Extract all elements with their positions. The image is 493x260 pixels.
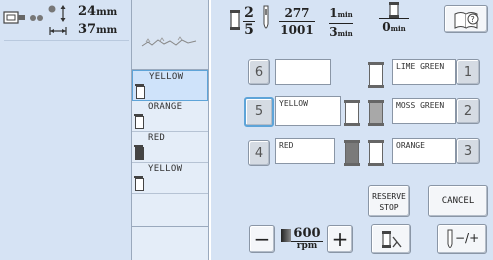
spool-thread-name: MOSS GREEN	[396, 101, 445, 110]
spool-icon	[134, 176, 144, 191]
thread-name: YELLOW	[148, 164, 183, 174]
height-unit: mm	[96, 7, 118, 18]
left-panel: 24mm 37mm	[0, 0, 131, 260]
minus-label: −	[253, 227, 271, 251]
spool-icon	[135, 84, 145, 99]
time-counter: 1min 3min	[329, 5, 353, 42]
needle-number: 4	[254, 146, 264, 161]
needle-4-thread: RED	[275, 138, 335, 164]
spool-icon	[134, 145, 144, 160]
thread-color-list[interactable]: YELLOW ORANGE RED YELLOW	[131, 0, 209, 260]
thread-trim-button[interactable]	[371, 224, 411, 254]
size-arrows-icon	[48, 5, 67, 35]
spool-number: 1	[463, 65, 473, 80]
thread-row[interactable]: YELLOW	[132, 163, 208, 194]
thread-name: ORANGE	[148, 102, 183, 112]
cancel-button[interactable]: CANCEL	[428, 185, 488, 217]
spool-2-button[interactable]: 2	[456, 98, 480, 124]
thread-row[interactable]: RED	[132, 132, 208, 163]
right-panel: 2 5 277 1001 1min 3min 0min ? 6 5 YELLOW…	[211, 0, 493, 260]
spool-icon	[368, 140, 384, 166]
plus-label: +	[331, 227, 349, 251]
spool-icon	[344, 100, 360, 126]
height-number: 24	[78, 4, 97, 19]
spool-icon	[368, 62, 384, 88]
width-number: 37	[78, 22, 97, 37]
divider	[132, 226, 208, 227]
color-total: 5	[244, 22, 254, 38]
needle-5-button[interactable]: 5	[244, 97, 274, 127]
help-button[interactable]: ?	[444, 5, 488, 33]
needle-number: 6	[254, 65, 264, 80]
needle-thread-name: YELLOW	[279, 99, 308, 108]
time-remaining-value: 0	[382, 20, 391, 34]
svg-text:?: ?	[471, 15, 475, 24]
needle-icon	[447, 229, 453, 248]
speed-display: 600 rpm	[281, 226, 323, 252]
needle-number: 5	[254, 104, 264, 119]
color-counter: 2 5	[243, 5, 255, 38]
speed-value: 600	[291, 226, 323, 242]
stitch-total: 1001	[280, 23, 314, 37]
speed-decrease-button[interactable]: −	[249, 225, 275, 253]
thread-row[interactable]: ORANGE	[132, 101, 208, 132]
spool-number: 2	[463, 104, 473, 119]
time-current: 1	[329, 6, 338, 20]
spool-2-thread: MOSS GREEN	[392, 98, 456, 124]
needle-toggle-label: −/+	[455, 231, 480, 245]
width-unit: mm	[96, 25, 118, 36]
reserve-stop-label: RESERVE STOP	[372, 192, 406, 212]
thread-row[interactable]: YELLOW	[132, 70, 208, 101]
time-current-unit: min	[337, 10, 353, 19]
spool-thread-name: LIME GREEN	[396, 62, 445, 71]
spool-3-thread: ORANGE	[392, 138, 456, 164]
spool-number: 3	[463, 144, 473, 159]
spool-icon	[344, 140, 360, 166]
spool-icon	[134, 114, 144, 129]
needle-mode-button[interactable]: −/+	[437, 224, 487, 254]
spool-1-button[interactable]: 1	[456, 59, 480, 85]
stitch-counter: 277 1001	[279, 5, 315, 38]
needle-icon	[263, 5, 269, 29]
reserve-stop-button[interactable]: RESERVE STOP	[368, 185, 410, 217]
frame-icon	[3, 11, 25, 24]
clock-spool-icon	[389, 2, 399, 18]
height-value: 24mm	[78, 4, 117, 19]
book-help-icon: ?	[454, 12, 479, 29]
time-total: 3	[329, 25, 338, 39]
spool-1-thread: LIME GREEN	[392, 59, 456, 85]
size-display: 24mm 37mm	[0, 0, 131, 40]
thread-name: RED	[148, 133, 166, 143]
speed-unit: rpm	[296, 241, 318, 251]
needle-thread-name: RED	[279, 141, 294, 150]
time-total-unit: min	[337, 29, 353, 38]
spool-icon	[230, 10, 240, 30]
stitch-current: 277	[279, 5, 315, 22]
needle-4-button[interactable]: 4	[248, 140, 270, 166]
time-remaining: 0min	[379, 18, 409, 34]
design-thumbnail-icon	[141, 36, 197, 47]
thread-trim-icon	[382, 231, 402, 248]
spool-icon	[368, 100, 384, 126]
frame-small-icon	[30, 15, 43, 21]
needle-6-button[interactable]: 6	[248, 59, 270, 85]
spool-thread-name: ORANGE	[396, 141, 425, 150]
width-value: 37mm	[78, 22, 117, 37]
design-preview-area	[4, 40, 129, 252]
needle-5-thread: YELLOW	[275, 96, 341, 126]
time-remaining-unit: min	[390, 24, 406, 33]
design-thumbnail	[132, 0, 208, 70]
speed-increase-button[interactable]: +	[327, 225, 353, 253]
cancel-label: CANCEL	[441, 196, 475, 206]
thread-name: YELLOW	[149, 72, 184, 82]
spool-3-button[interactable]: 3	[456, 138, 480, 164]
color-current: 2	[243, 5, 255, 22]
needle-6-thread	[275, 59, 331, 85]
